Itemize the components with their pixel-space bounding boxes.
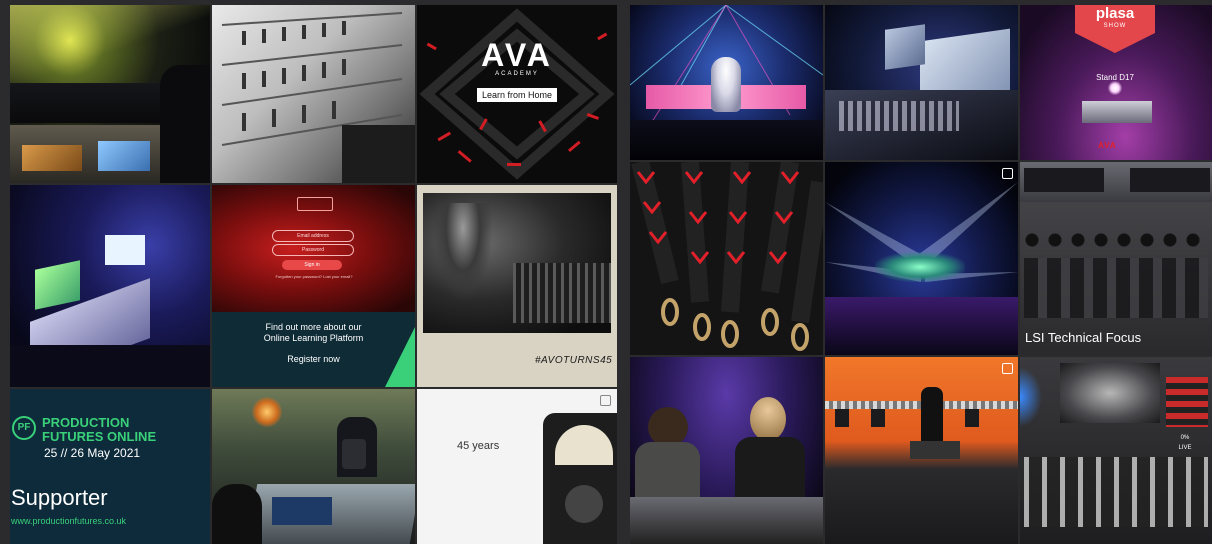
console-screen-2	[22, 145, 82, 171]
vintage-photo	[423, 193, 611, 333]
post-arena-concert[interactable]	[825, 162, 1018, 355]
password-field[interactable]: Password	[272, 244, 354, 256]
key-live: LIVE	[1178, 445, 1192, 451]
flight-case	[910, 441, 960, 459]
console-screen-waveform	[1060, 363, 1160, 423]
audience	[630, 120, 823, 160]
plasa-brand-sub: SHOW	[1103, 23, 1127, 29]
pf-role: Supporter	[11, 485, 108, 510]
forgot-password-link[interactable]: Forgotten your password? Lost your email…	[264, 274, 364, 279]
post-production-futures[interactable]: PF PRODUCTION FUTURES ONLINE 25 // 26 Ma…	[10, 389, 210, 544]
platform-logo	[297, 197, 333, 211]
meter-dial	[555, 425, 613, 465]
console-left-screen	[885, 24, 925, 70]
pf-line1: PRODUCTION	[42, 415, 130, 430]
screen-left	[1024, 168, 1104, 192]
meter-knob	[565, 485, 603, 523]
pf-url[interactable]: www.productionfutures.co.uk	[11, 516, 126, 526]
red-buttons	[1166, 377, 1208, 427]
avo-hashtag: #AVOTURNS45	[535, 355, 613, 366]
years-text: 45 years	[457, 440, 500, 452]
post-console-closeup[interactable]	[825, 5, 1018, 160]
vintage-meter	[543, 413, 617, 544]
post-astronaut-show[interactable]	[630, 5, 823, 160]
console-foreground	[630, 497, 823, 544]
orange-lamp	[252, 397, 282, 427]
button-grid	[1024, 258, 1208, 318]
post-team-photo[interactable]	[630, 357, 823, 544]
post-plasa-show[interactable]: plasa SHOW Stand D17 AVA	[1020, 5, 1212, 160]
technician	[921, 387, 943, 442]
pf-line2: FUTURES ONLINE	[42, 429, 157, 444]
operator-head	[212, 484, 262, 544]
sign-in-button[interactable]: Sign in	[282, 260, 342, 270]
blue-glow	[1020, 367, 1042, 427]
astronaut-figure	[711, 57, 741, 112]
post-console-purple[interactable]	[10, 185, 210, 387]
fader-bank	[1024, 457, 1208, 527]
fader-rows-illustration	[221, 12, 415, 183]
post-avo-turns-45[interactable]: #AVOTURNS45	[417, 185, 617, 387]
operator-silhouette	[160, 65, 210, 183]
platform-screenshot: Email address Password Sign in Forgotten…	[212, 185, 415, 312]
console-base	[10, 345, 210, 387]
carousel-icon	[1002, 168, 1013, 179]
person-left	[648, 407, 688, 447]
stage-glow	[875, 252, 965, 282]
ava-logo-sub: ACADEMY	[495, 71, 539, 77]
arena-crowd	[825, 297, 1018, 355]
learn-from-home-button[interactable]: Learn from Home	[477, 88, 557, 102]
fixture-1	[835, 409, 849, 427]
fixture-3	[965, 409, 979, 427]
lanyard-illustration	[631, 162, 823, 351]
reel-icon	[1002, 363, 1013, 374]
console-display	[272, 497, 332, 525]
stand-console	[1082, 101, 1152, 123]
console-buttons	[839, 101, 959, 131]
post-learning-platform[interactable]: Email address Password Sign in Forgotten…	[212, 185, 415, 387]
email-field[interactable]: Email address	[272, 230, 354, 242]
mixing-desk	[513, 263, 611, 323]
plasa-brand: plasa	[1095, 5, 1135, 22]
laptop-screen	[105, 235, 145, 265]
green-corner-shape	[385, 327, 415, 387]
post-console-event[interactable]	[212, 389, 415, 544]
post-lsi-technical[interactable]: LSI Technical Focus	[1020, 162, 1212, 355]
pf-mark: PF	[17, 422, 31, 433]
post-45-years[interactable]: 45 years	[417, 389, 617, 544]
pf-circle-icon: PF	[12, 416, 36, 440]
carousel-icon	[600, 395, 611, 406]
post-vintage-desk[interactable]	[212, 5, 415, 183]
person-silhouette	[433, 203, 493, 303]
screen-right	[1130, 168, 1210, 192]
pf-dates: 25 // 26 May 2021	[44, 446, 141, 460]
person-right	[750, 397, 786, 441]
monitor-left	[35, 260, 80, 310]
console-screen	[98, 141, 150, 171]
plasa-ava-logo: AVA	[1098, 141, 1117, 150]
key-0-percent: 0%	[1180, 435, 1190, 441]
encoder-row	[1024, 232, 1208, 248]
post-console-detail[interactable]: 0% LIVE	[1020, 357, 1212, 544]
post-ava-academy[interactable]: AVA ACADEMY Learn from Home	[417, 5, 617, 183]
post-lanyards[interactable]	[630, 162, 823, 355]
fixture-2	[871, 409, 885, 427]
stand-light	[1108, 81, 1122, 95]
post-concert-console[interactable]	[10, 5, 210, 183]
lsi-caption: LSI Technical Focus	[1025, 330, 1142, 345]
post-truss-lights[interactable]	[825, 357, 1018, 544]
moving-head-light	[342, 439, 366, 469]
ava-logo-text: AVA	[481, 37, 553, 73]
